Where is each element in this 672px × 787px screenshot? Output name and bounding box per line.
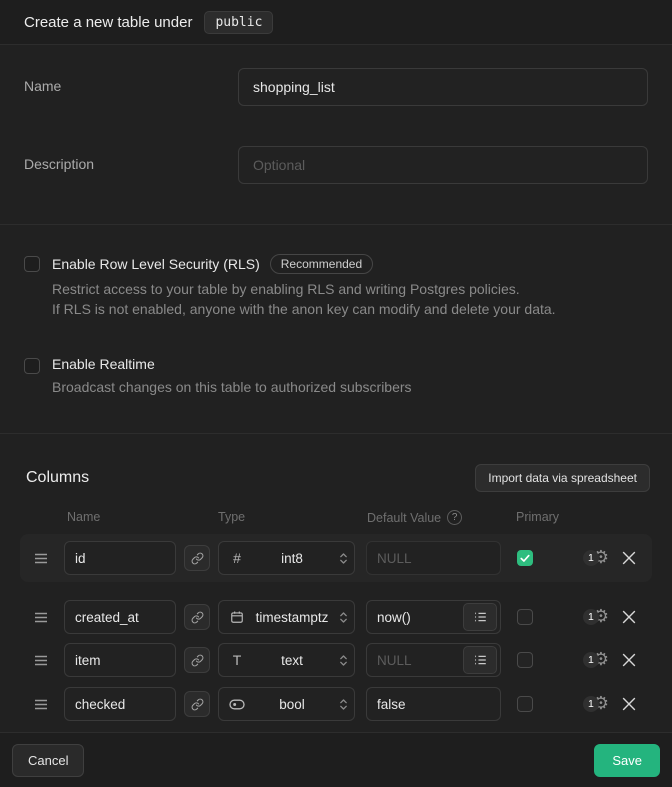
column-type-label: bool — [253, 697, 331, 712]
column-settings-button[interactable]: 1 ⚙ — [583, 549, 609, 567]
column-type-label: text — [253, 653, 331, 668]
description-field-row: Description — [24, 146, 648, 184]
default-value-picker-button[interactable] — [463, 646, 497, 674]
calendar-icon — [229, 610, 245, 624]
table-name-input[interactable] — [238, 68, 648, 106]
drag-handle-icon[interactable] — [34, 655, 50, 666]
import-spreadsheet-button[interactable]: Import data via spreadsheet — [475, 464, 650, 492]
columns-title: Columns — [26, 469, 89, 487]
columns-header-row: Name Type Default Value ? Primary — [20, 510, 652, 524]
name-field-row: Name — [24, 68, 648, 106]
column-name-input[interactable] — [64, 541, 176, 575]
schema-badge: public — [204, 11, 273, 34]
text-type-icon: T — [229, 652, 245, 668]
realtime-toggle-block: Enable Realtime Broadcast changes on thi… — [24, 356, 648, 397]
primary-checkbox[interactable] — [517, 652, 533, 668]
table-options-section: Enable Row Level Security (RLS) Recommen… — [0, 225, 672, 434]
rls-checkbox[interactable] — [24, 256, 40, 272]
description-label: Description — [24, 146, 238, 172]
default-value-input — [367, 542, 500, 574]
save-button[interactable]: Save — [594, 744, 660, 777]
chevron-up-down-icon — [339, 551, 348, 566]
drag-handle-icon[interactable] — [34, 553, 50, 564]
column-row-created-at: timestamptz 1 ⚙ — [20, 600, 652, 634]
column-type-label: timestamptz — [253, 610, 331, 625]
default-value-picker-button[interactable] — [463, 603, 497, 631]
cancel-button[interactable]: Cancel — [12, 744, 84, 777]
column-type-select[interactable]: # int8 — [218, 541, 355, 575]
delete-column-button[interactable] — [622, 551, 636, 565]
foreign-key-link-button[interactable] — [184, 545, 210, 571]
table-description-input[interactable] — [238, 146, 648, 184]
columns-section: Columns Import data via spreadsheet Name… — [0, 434, 672, 732]
delete-column-button[interactable] — [622, 653, 636, 667]
column-name-input[interactable] — [64, 600, 176, 634]
column-type-label: int8 — [253, 551, 331, 566]
realtime-label: Enable Realtime — [52, 356, 155, 372]
foreign-key-link-button[interactable] — [184, 647, 210, 673]
dialog-footer: Cancel Save — [0, 732, 672, 787]
drag-handle-icon[interactable] — [34, 699, 50, 710]
create-table-dialog: Create a new table under public Name Des… — [0, 0, 672, 787]
chevron-up-down-icon — [339, 697, 348, 712]
column-row-id: # int8 1 ⚙ — [20, 534, 652, 582]
settings-count-badge: 1 — [583, 696, 599, 712]
delete-column-button[interactable] — [622, 610, 636, 624]
settings-count-badge: 1 — [583, 652, 599, 668]
primary-checkbox[interactable] — [517, 609, 533, 625]
rls-content: Enable Row Level Security (RLS) Recommen… — [52, 254, 556, 319]
header-name: Name — [67, 510, 100, 524]
column-settings-button[interactable]: 1 ⚙ — [583, 695, 609, 713]
primary-checkbox[interactable] — [517, 550, 533, 566]
hash-icon: # — [229, 550, 245, 566]
realtime-content: Enable Realtime Broadcast changes on thi… — [52, 356, 412, 397]
drag-handle-icon[interactable] — [34, 612, 50, 623]
column-settings-button[interactable]: 1 ⚙ — [583, 651, 609, 669]
column-type-select[interactable]: bool — [218, 687, 355, 721]
recommended-badge: Recommended — [270, 254, 373, 274]
realtime-description: Broadcast changes on this table to autho… — [52, 377, 412, 397]
settings-count-badge: 1 — [583, 550, 599, 566]
default-value-cell — [366, 600, 501, 634]
header-type: Type — [218, 510, 245, 524]
table-info-section: Name Description — [0, 45, 672, 225]
column-name-input[interactable] — [64, 687, 176, 721]
rls-description-line2: If RLS is not enabled, anyone with the a… — [52, 299, 556, 319]
column-row-checked: bool 1 ⚙ — [20, 687, 652, 721]
chevron-up-down-icon — [339, 653, 348, 668]
column-type-select[interactable]: T text — [218, 643, 355, 677]
foreign-key-link-button[interactable] — [184, 604, 210, 630]
name-label: Name — [24, 68, 238, 94]
settings-count-badge: 1 — [583, 609, 599, 625]
chevron-up-down-icon — [339, 610, 348, 625]
default-value-input[interactable] — [367, 688, 500, 720]
help-icon[interactable]: ? — [447, 510, 462, 525]
column-type-select[interactable]: timestamptz — [218, 600, 355, 634]
header-primary: Primary — [516, 510, 559, 524]
primary-checkbox[interactable] — [517, 696, 533, 712]
rls-description-line1: Restrict access to your table by enablin… — [52, 279, 556, 299]
default-value-cell — [366, 541, 501, 575]
foreign-key-link-button[interactable] — [184, 691, 210, 717]
column-row-item: T text 1 ⚙ — [20, 643, 652, 677]
default-value-cell — [366, 643, 501, 677]
column-name-input[interactable] — [64, 643, 176, 677]
header-default-value: Default Value ? — [367, 510, 462, 525]
default-value-cell — [366, 687, 501, 721]
toggle-icon — [229, 699, 245, 710]
delete-column-button[interactable] — [622, 697, 636, 711]
dialog-title: Create a new table under — [24, 14, 192, 31]
rls-label: Enable Row Level Security (RLS) — [52, 256, 260, 272]
dialog-header: Create a new table under public — [0, 0, 672, 45]
rls-toggle-block: Enable Row Level Security (RLS) Recommen… — [24, 254, 648, 319]
column-settings-button[interactable]: 1 ⚙ — [583, 608, 609, 626]
realtime-checkbox[interactable] — [24, 358, 40, 374]
